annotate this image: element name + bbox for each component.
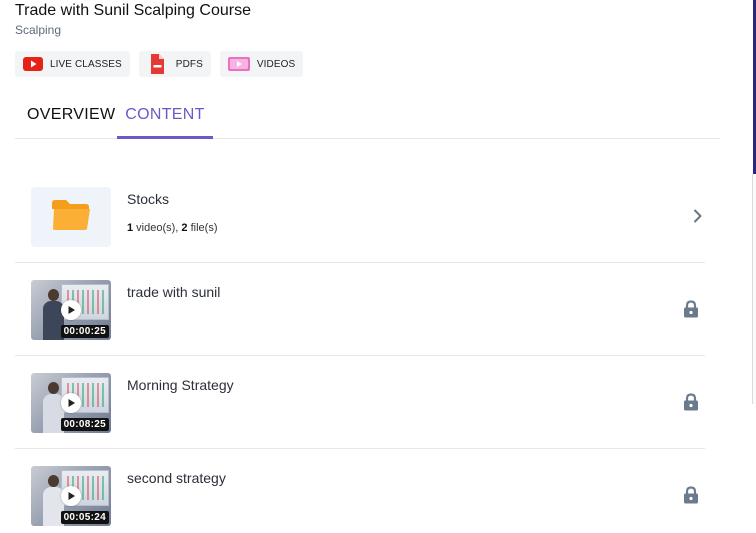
course-category: Scalping xyxy=(15,23,62,37)
play-icon[interactable] xyxy=(61,486,81,506)
video-row[interactable]: 00:00:25 trade with sunil xyxy=(15,263,705,356)
video-title: second strategy xyxy=(127,470,226,486)
video-row[interactable]: 00:05:24 second strategy xyxy=(15,449,705,533)
content-list: Stocks 1 video(s), 2 file(s) 00:00:25 tr… xyxy=(15,170,705,533)
course-tabs: OVERVIEW CONTENT xyxy=(15,104,720,139)
chip-videos[interactable]: VIDEOS xyxy=(219,51,304,77)
video-title: trade with sunil xyxy=(127,284,221,300)
folder-icon xyxy=(51,199,91,236)
tab-overview[interactable]: OVERVIEW xyxy=(27,104,115,139)
youtube-icon xyxy=(23,57,43,71)
folder-name: Stocks xyxy=(127,191,170,207)
play-icon[interactable] xyxy=(61,393,81,413)
video-thumbnail[interactable]: 00:08:25 xyxy=(31,373,111,433)
lock-icon xyxy=(683,393,699,416)
chip-label-live-classes: LIVE CLASSES xyxy=(50,58,122,70)
chip-label-pdfs: PDFS xyxy=(175,58,203,70)
folder-thumbnail xyxy=(31,187,111,247)
play-icon[interactable] xyxy=(61,300,81,320)
video-count-suffix: video(s), xyxy=(133,222,182,234)
pdf-file-icon xyxy=(145,54,169,74)
video-player-icon xyxy=(227,56,250,72)
course-title: Trade with Sunil Scalping Course xyxy=(15,2,251,19)
video-title: Morning Strategy xyxy=(127,377,234,393)
folder-row[interactable]: Stocks 1 video(s), 2 file(s) xyxy=(15,170,705,263)
video-thumbnail[interactable]: 00:05:24 xyxy=(31,466,111,526)
chip-label-videos: VIDEOS xyxy=(256,58,296,70)
chip-pdfs[interactable]: PDFS xyxy=(138,51,211,77)
side-panel-edge xyxy=(752,0,756,533)
video-duration: 00:08:25 xyxy=(60,418,109,431)
chevron-right-icon[interactable] xyxy=(693,209,703,228)
lock-icon xyxy=(683,300,699,323)
file-count-suffix: file(s) xyxy=(187,222,218,234)
lock-icon xyxy=(683,486,699,509)
side-panel-card xyxy=(752,174,756,404)
folder-counts: 1 video(s), 2 file(s) xyxy=(127,222,218,234)
feature-chips: LIVE CLASSES PDFS VIDEOS xyxy=(15,51,304,77)
video-duration: 00:00:25 xyxy=(60,325,109,338)
video-row[interactable]: 00:08:25 Morning Strategy xyxy=(15,356,705,449)
video-duration: 00:05:24 xyxy=(60,511,109,524)
video-thumbnail[interactable]: 00:00:25 xyxy=(31,280,111,340)
tab-content[interactable]: CONTENT xyxy=(117,104,213,139)
chip-live-classes[interactable]: LIVE CLASSES xyxy=(15,51,130,77)
